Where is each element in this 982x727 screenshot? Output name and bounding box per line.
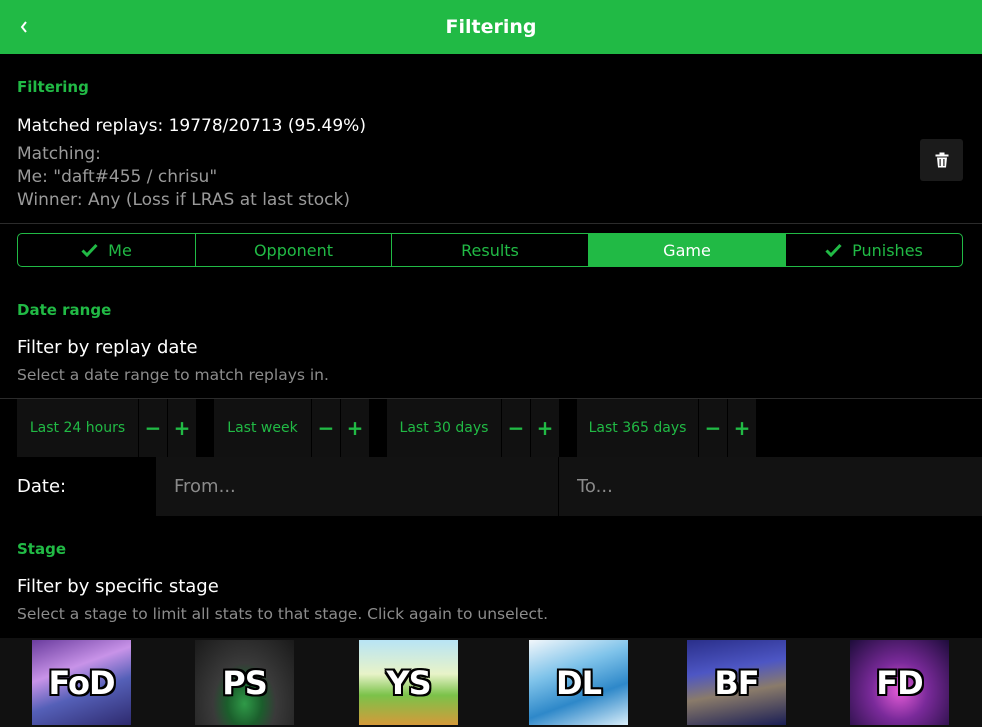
minus-button[interactable]: − <box>311 399 340 457</box>
divider <box>0 223 982 224</box>
trash-icon <box>935 152 948 168</box>
spacer <box>559 399 577 457</box>
stage-fod[interactable]: FoD <box>32 640 131 725</box>
stage-fod-label: FoD <box>48 663 115 702</box>
tab-game-label: Game <box>663 240 711 260</box>
tab-opponent[interactable]: Opponent <box>196 234 392 266</box>
preset-label[interactable]: Last 24 hours <box>17 399 138 457</box>
stage-title: Filter by specific stage <box>17 576 219 597</box>
spacer <box>0 399 17 457</box>
plus-button[interactable]: + <box>727 399 756 457</box>
preset-last-week: Last week − + <box>214 399 369 457</box>
stage-description: Select a stage to limit all stats to tha… <box>17 605 549 623</box>
tab-me[interactable]: Me <box>18 234 196 266</box>
stage-ys-label: YS <box>386 663 431 702</box>
chevron-left-icon <box>20 21 27 33</box>
plus-button[interactable]: + <box>167 399 196 457</box>
filter-tabs: Me Opponent Results Game Punishes <box>17 233 963 267</box>
me-filter-text: Me: "daft#455 / chrisu" <box>17 167 218 187</box>
date-label: Date: <box>0 457 156 516</box>
preset-label[interactable]: Last week <box>214 399 311 457</box>
spacer <box>369 399 387 457</box>
date-from-input[interactable] <box>156 457 559 516</box>
matched-replays-text: Matched replays: 19778/20713 (95.49%) <box>17 116 366 136</box>
winner-filter-text: Winner: Any (Loss if LRAS at last stock) <box>17 190 351 210</box>
tab-me-label: Me <box>108 240 132 260</box>
tab-results-label: Results <box>461 240 519 260</box>
spacer <box>196 399 214 457</box>
matching-label: Matching: <box>17 144 101 164</box>
plus-button[interactable]: + <box>340 399 369 457</box>
page-title: Filtering <box>445 16 537 38</box>
preset-label[interactable]: Last 365 days <box>577 399 698 457</box>
stage-list: FoD PS YS DL BF FD <box>0 638 982 727</box>
date-to-input[interactable] <box>559 457 982 516</box>
tab-game[interactable]: Game <box>589 234 786 266</box>
date-row: Date: <box>0 457 982 516</box>
stage-ps[interactable]: PS <box>195 640 294 725</box>
date-presets: Last 24 hours − + Last week − + Last 30 … <box>0 399 982 457</box>
stage-ps-label: PS <box>222 663 268 702</box>
check-icon <box>81 243 98 257</box>
minus-button[interactable]: − <box>698 399 727 457</box>
back-button[interactable] <box>14 14 34 40</box>
check-icon <box>825 243 842 257</box>
minus-button[interactable]: − <box>501 399 530 457</box>
tab-opponent-label: Opponent <box>253 240 334 260</box>
stage-dl[interactable]: DL <box>529 640 628 725</box>
stage-fd[interactable]: FD <box>850 640 949 725</box>
stage-bf[interactable]: BF <box>687 640 786 725</box>
plus-button[interactable]: + <box>530 399 559 457</box>
filtering-heading: Filtering <box>17 78 89 96</box>
minus-button[interactable]: − <box>138 399 167 457</box>
preset-last-365-days: Last 365 days − + <box>577 399 756 457</box>
stage-heading: Stage <box>17 540 67 558</box>
preset-label[interactable]: Last 30 days <box>387 399 501 457</box>
preset-last-24-hours: Last 24 hours − + <box>17 399 196 457</box>
clear-filters-button[interactable] <box>920 139 963 181</box>
date-range-description: Select a date range to match replays in. <box>17 366 329 384</box>
tab-punishes[interactable]: Punishes <box>786 234 962 266</box>
stage-dl-label: DL <box>556 663 602 702</box>
stage-fd-label: FD <box>876 663 923 702</box>
preset-last-30-days: Last 30 days − + <box>387 399 559 457</box>
date-range-heading: Date range <box>17 301 112 319</box>
date-range-title: Filter by replay date <box>17 337 198 358</box>
stage-bf-label: BF <box>714 663 759 702</box>
stage-ys[interactable]: YS <box>359 640 458 725</box>
title-bar: Filtering <box>0 0 982 54</box>
tab-punishes-label: Punishes <box>852 240 923 260</box>
tab-results[interactable]: Results <box>392 234 589 266</box>
